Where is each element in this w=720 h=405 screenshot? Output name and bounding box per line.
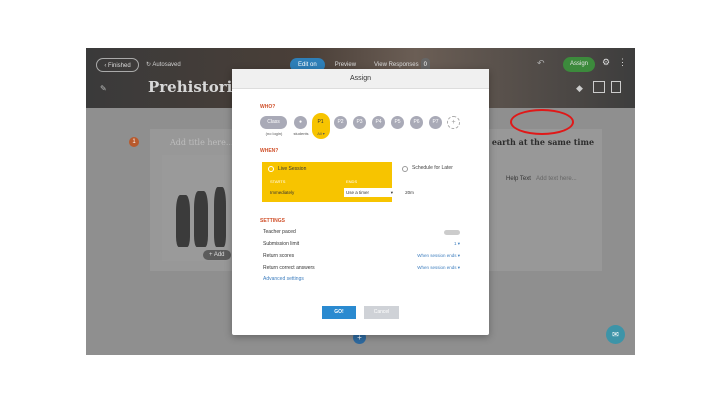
return-answers-select[interactable]: When session ends ▾ (417, 265, 460, 271)
group-p2[interactable]: P2 (334, 116, 347, 129)
cancel-button[interactable]: Cancel (364, 306, 399, 319)
group-students-sub: students (293, 131, 309, 136)
submission-limit-select[interactable]: 1 ▾ (454, 241, 460, 247)
help-text-input[interactable]: Add text here... (536, 176, 577, 182)
gear-icon[interactable]: ⚙ (602, 57, 610, 68)
tag-icon[interactable]: ◆ (576, 83, 583, 94)
group-p5[interactable]: P5 (391, 116, 404, 129)
evolution-image (162, 155, 240, 261)
assign-button[interactable]: Assign (563, 57, 595, 72)
add-media-button[interactable]: + Add (203, 250, 231, 260)
setting-label: Teacher paced (263, 229, 296, 235)
modal-title: Assign (232, 69, 489, 89)
help-text-label: Help Text (506, 176, 531, 182)
live-session-option[interactable]: Live Session STARTS ENDS Immediately Use… (262, 162, 418, 202)
timer-minutes-input[interactable]: 20m (401, 188, 418, 197)
chevron-down-icon: ▾ (390, 190, 393, 195)
autosave-status: ↻ Autosaved (146, 62, 181, 68)
setting-label: Submission limit (263, 241, 300, 247)
add-group-button[interactable]: + (447, 116, 460, 129)
setting-return-scores: Return scores When session ends ▾ (263, 253, 460, 261)
slide-number-badge: 1 (129, 137, 139, 147)
finished-button[interactable]: ‹ Finished (96, 58, 139, 72)
group-p6[interactable]: P6 (410, 116, 423, 129)
undo-icon[interactable]: ↶ (537, 58, 545, 69)
setting-submission-limit: Submission limit 1 ▾ (263, 241, 460, 249)
schedule-later-radio[interactable] (402, 166, 408, 172)
person-icon[interactable]: ● (294, 116, 307, 129)
setting-label: Return correct answers (263, 265, 315, 271)
group-p3[interactable]: P3 (353, 116, 366, 129)
slide-title-input[interactable]: Add title here... (170, 138, 233, 147)
starts-value: Immediately (270, 190, 295, 195)
group-p4[interactable]: P4 (372, 116, 385, 129)
figure-silhouette (194, 191, 208, 247)
more-options-icon[interactable]: ⋮ (618, 57, 627, 68)
assign-modal: Assign WHO? Class (no login) ● students … (232, 69, 489, 335)
when-section-title: WHEN? (260, 148, 279, 154)
tab-view-responses-label: View Responses (374, 62, 419, 68)
group-p1[interactable]: P1 (314, 116, 327, 129)
ends-dropdown[interactable]: Use a timer ▾ (344, 188, 396, 197)
list-view-icon[interactable] (611, 81, 621, 93)
grid-view-icon[interactable] (593, 81, 605, 93)
figure-silhouette (214, 187, 226, 247)
setting-return-correct-answers: Return correct answers When session ends… (263, 265, 460, 273)
ends-caption: ENDS (346, 179, 358, 184)
group-class[interactable]: Class (260, 116, 287, 129)
advanced-settings-link[interactable]: Advanced settings (263, 276, 304, 282)
return-scores-select[interactable]: When session ends ▾ (417, 253, 460, 259)
teacher-paced-toggle[interactable] (444, 230, 460, 235)
ends-dropdown-value: Use a timer (346, 190, 370, 195)
schedule-later-label[interactable]: Schedule for Later (412, 165, 453, 171)
pencil-icon[interactable]: ✎ (100, 84, 107, 93)
setting-label: Return scores (263, 253, 295, 259)
settings-section-title: SETTINGS (260, 218, 286, 224)
live-session-radio[interactable] (268, 166, 274, 172)
chat-icon[interactable]: ✉ (606, 325, 625, 344)
lesson-title[interactable]: Prehistoric (148, 78, 241, 96)
annotation-ellipse (510, 109, 574, 135)
figure-silhouette (176, 195, 190, 247)
question-text[interactable]: e earth at the same time (484, 137, 594, 147)
group-p1-all[interactable]: All ▾ (310, 131, 332, 136)
group-p7[interactable]: P7 (429, 116, 442, 129)
setting-teacher-paced: Teacher paced (263, 229, 460, 237)
starts-caption: STARTS (270, 179, 286, 184)
live-session-label: Live Session (278, 166, 307, 172)
group-class-sub: (no login) (265, 131, 283, 136)
who-section-title: WHO? (260, 104, 276, 110)
go-button[interactable]: GO! (322, 306, 356, 319)
